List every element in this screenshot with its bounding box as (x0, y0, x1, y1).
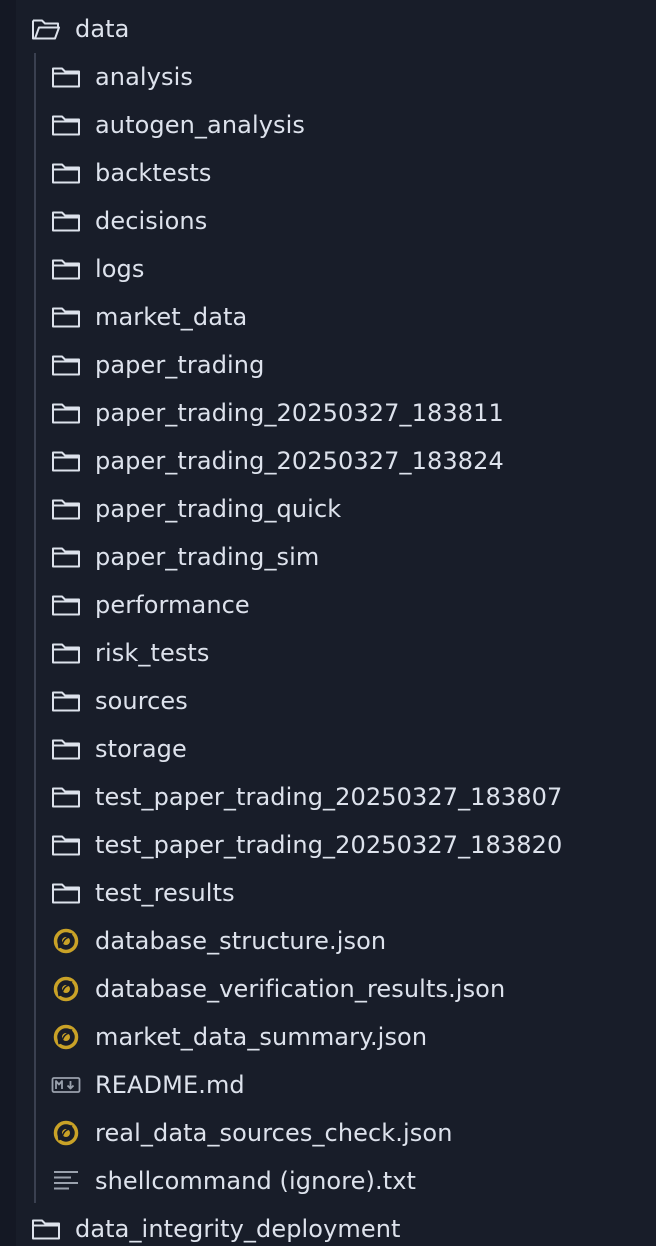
tree-item-analysis[interactable]: analysis (16, 53, 656, 101)
json-file-icon (51, 974, 81, 1004)
tree-item-label: data_integrity_deployment (75, 1215, 401, 1243)
tree-item-market-data[interactable]: market_data (16, 293, 656, 341)
tree-item-label: real_data_sources_check.json (95, 1119, 453, 1147)
tree-item-readme-md[interactable]: README.md (16, 1061, 656, 1109)
folder-icon (51, 254, 81, 284)
folder-icon (51, 350, 81, 380)
tree-item-label: backtests (95, 159, 212, 187)
tree-item-test-paper-trading-20250327-183820[interactable]: test_paper_trading_20250327_183820 (16, 821, 656, 869)
tree-item-data-folder[interactable]: data (16, 5, 656, 53)
tree-item-autogen-analysis[interactable]: autogen_analysis (16, 101, 656, 149)
folder-icon (51, 542, 81, 572)
tree-item-label: market_data_summary.json (95, 1023, 428, 1051)
tree-item-storage[interactable]: storage (16, 725, 656, 773)
folder-icon (51, 398, 81, 428)
tree-item-label: decisions (95, 207, 208, 235)
tree-item-paper-trading-20250327-183811[interactable]: paper_trading_20250327_183811 (16, 389, 656, 437)
folder-icon (51, 110, 81, 140)
folder-icon (51, 590, 81, 620)
tree-item-label: logs (95, 255, 145, 283)
tree-item-label: test_paper_trading_20250327_183807 (95, 783, 563, 811)
tree-item-label: paper_trading_quick (95, 495, 342, 523)
tree-item-label: paper_trading (95, 351, 265, 379)
tree-item-label: storage (95, 735, 187, 763)
tree-item-label: paper_trading_sim (95, 543, 320, 571)
folder-icon (51, 446, 81, 476)
folder-icon (51, 734, 81, 764)
folder-icon (51, 206, 81, 236)
folder-icon (31, 1214, 61, 1244)
folder-icon (51, 830, 81, 860)
json-file-icon (51, 1118, 81, 1148)
tree-item-label: database_verification_results.json (95, 975, 506, 1003)
folder-icon (51, 686, 81, 716)
tree-item-label: README.md (95, 1071, 245, 1099)
tree-item-logs[interactable]: logs (16, 245, 656, 293)
tree-item-paper-trading-quick[interactable]: paper_trading_quick (16, 485, 656, 533)
tree-item-data-integrity-deployment-folder[interactable]: data_integrity_deployment (16, 1205, 656, 1246)
tree-item-risk-tests[interactable]: risk_tests (16, 629, 656, 677)
tree-item-label: data (75, 15, 130, 43)
tree-item-backtests[interactable]: backtests (16, 149, 656, 197)
tree-item-label: risk_tests (95, 639, 210, 667)
tree-item-label: performance (95, 591, 250, 619)
folder-open-icon (31, 14, 61, 44)
tree-item-paper-trading-sim[interactable]: paper_trading_sim (16, 533, 656, 581)
tree-item-label: shellcommand (ignore).txt (95, 1167, 417, 1195)
tree-item-label: sources (95, 687, 188, 715)
tree-item-label: autogen_analysis (95, 111, 305, 139)
folder-icon (51, 782, 81, 812)
folder-icon (51, 62, 81, 92)
tree-item-database-structure-json[interactable]: database_structure.json (16, 917, 656, 965)
json-file-icon (51, 1022, 81, 1052)
tree-item-sources[interactable]: sources (16, 677, 656, 725)
tree-item-test-results[interactable]: test_results (16, 869, 656, 917)
json-file-icon (51, 926, 81, 956)
tree-item-label: test_paper_trading_20250327_183820 (95, 831, 563, 859)
text-file-icon (51, 1166, 81, 1196)
tree-item-paper-trading[interactable]: paper_trading (16, 341, 656, 389)
folder-icon (51, 302, 81, 332)
file-explorer-tree: data analysis autogen_analysis backtests de… (16, 0, 656, 1246)
folder-icon (51, 494, 81, 524)
tree-item-label: database_structure.json (95, 927, 387, 955)
tree-item-label: paper_trading_20250327_183824 (95, 447, 504, 475)
tree-item-database-verification-results-json[interactable]: database_verification_results.json (16, 965, 656, 1013)
tree-item-performance[interactable]: performance (16, 581, 656, 629)
folder-icon (51, 878, 81, 908)
folder-icon (51, 158, 81, 188)
tree-item-real-data-sources-check-json[interactable]: real_data_sources_check.json (16, 1109, 656, 1157)
tree-item-paper-trading-20250327-183824[interactable]: paper_trading_20250327_183824 (16, 437, 656, 485)
tree-item-shellcommand-ignore-txt[interactable]: shellcommand (ignore).txt (16, 1157, 656, 1205)
tree-item-label: test_results (95, 879, 235, 907)
tree-item-label: market_data (95, 303, 248, 331)
markdown-file-icon (51, 1070, 81, 1100)
tree-item-test-paper-trading-20250327-183807[interactable]: test_paper_trading_20250327_183807 (16, 773, 656, 821)
left-gutter (0, 0, 16, 1246)
tree-item-label: analysis (95, 63, 193, 91)
tree-item-label: paper_trading_20250327_183811 (95, 399, 504, 427)
tree-item-market-data-summary-json[interactable]: market_data_summary.json (16, 1013, 656, 1061)
tree-item-decisions[interactable]: decisions (16, 197, 656, 245)
folder-icon (51, 638, 81, 668)
